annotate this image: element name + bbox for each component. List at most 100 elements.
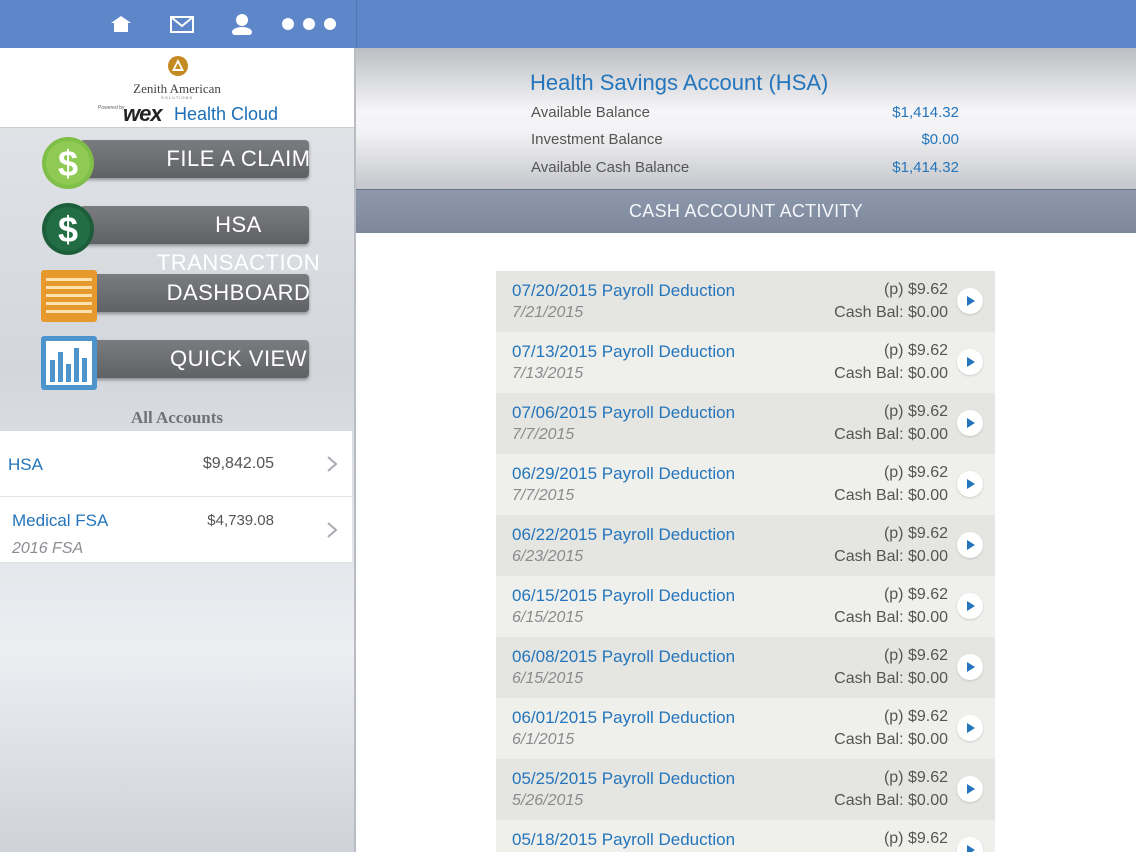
menu-bar: FILE A CLAIM <box>80 140 310 178</box>
transaction-row[interactable]: 05/18/2015 Payroll Deduction (p) $9.62 <box>496 820 995 852</box>
transaction-amount: (p) $9.62 <box>883 830 948 847</box>
account-name: Medical FSA <box>12 511 109 530</box>
transaction-amount: (p) $9.62 <box>883 708 948 725</box>
transaction-cash-balance: Cash Bal: $0.00 <box>834 670 948 687</box>
transaction-date: 7/13/2015 <box>512 365 584 382</box>
transaction-date: 6/23/2015 <box>512 548 584 565</box>
all-accounts-heading: All Accounts <box>130 408 224 427</box>
top-nav-bar <box>0 0 356 48</box>
transaction-amount: (p) $9.62 <box>883 647 948 664</box>
transaction-description: 06/22/2015 Payroll Deduction <box>512 525 736 544</box>
activity-list: 07/20/2015 Payroll Deduction 7/21/2015 (… <box>496 271 995 852</box>
transaction-amount: (p) $9.62 <box>883 769 948 786</box>
dashboard-icon <box>41 270 97 322</box>
brand-wex: wex <box>123 101 163 126</box>
balance-value: $1,414.32 <box>892 159 959 176</box>
transaction-date: 6/15/2015 <box>512 609 584 626</box>
transaction-row[interactable]: 06/01/2015 Payroll Deduction 6/1/2015 (p… <box>496 698 995 759</box>
transaction-date: 6/1/2015 <box>512 731 575 748</box>
transaction-row[interactable]: 06/15/2015 Payroll Deduction 6/15/2015 (… <box>496 576 995 637</box>
play-arrow-icon[interactable] <box>957 532 983 558</box>
top-bar-right <box>356 0 1136 48</box>
transaction-row[interactable]: 06/22/2015 Payroll Deduction 6/23/2015 (… <box>496 515 995 576</box>
chevron-right-icon <box>327 456 338 472</box>
play-arrow-icon[interactable] <box>957 654 983 680</box>
mail-icon[interactable] <box>169 12 195 36</box>
transaction-row[interactable]: 06/29/2015 Payroll Deduction 7/7/2015 (p… <box>496 454 995 515</box>
account-subtitle: 2016 FSA <box>12 540 84 557</box>
transaction-description: 06/29/2015 Payroll Deduction <box>512 464 736 483</box>
transaction-description: 06/01/2015 Payroll Deduction <box>512 708 736 727</box>
transaction-amount: (p) $9.62 <box>883 586 948 603</box>
dollar-icon: $ <box>42 203 94 255</box>
transaction-row[interactable]: 06/08/2015 Payroll Deduction 6/15/2015 (… <box>496 637 995 698</box>
brand-health-cloud: Health Cloud <box>174 104 279 124</box>
play-arrow-icon[interactable] <box>957 410 983 436</box>
transaction-row[interactable]: 07/13/2015 Payroll Deduction 7/13/2015 (… <box>496 332 995 393</box>
transaction-row[interactable]: 07/06/2015 Payroll Deduction 7/7/2015 (p… <box>496 393 995 454</box>
profile-icon[interactable] <box>230 12 254 36</box>
balance-label: Available Cash Balance <box>531 159 690 176</box>
transaction-date: 6/15/2015 <box>512 670 584 687</box>
balance-value: $0.00 <box>921 131 959 148</box>
accounts-list: HSA $9,842.05 Medical FSA 2016 FSA $4,73… <box>0 431 352 563</box>
play-arrow-icon[interactable] <box>957 349 983 375</box>
transaction-description: 05/25/2015 Payroll Deduction <box>512 769 736 788</box>
balance-label: Investment Balance <box>531 131 663 148</box>
menu-label: FILE A CLAIM <box>166 146 311 171</box>
page-title: Health Savings Account (HSA) <box>530 70 829 95</box>
account-name: HSA <box>8 455 43 474</box>
bar-chart-icon <box>41 336 97 390</box>
play-arrow-icon[interactable] <box>957 471 983 497</box>
logo-mark-icon <box>168 56 188 76</box>
menu-bar: DASHBOARD <box>80 274 310 312</box>
transaction-cash-balance: Cash Bal: $0.00 <box>834 731 948 748</box>
transaction-description: 06/08/2015 Payroll Deduction <box>512 647 736 666</box>
svg-text:$: $ <box>58 143 78 184</box>
brand-sub: SOLUTIONS <box>160 95 194 100</box>
cash-activity-heading: CASH ACCOUNT ACTIVITY <box>356 189 1136 233</box>
play-arrow-icon[interactable] <box>957 776 983 802</box>
hsa-transaction-button[interactable]: HSA TRANSACTION $ <box>40 202 320 275</box>
dashboard-button[interactable]: DASHBOARD <box>40 270 310 322</box>
transaction-cash-balance: Cash Bal: $0.00 <box>834 365 948 382</box>
transaction-amount: (p) $9.62 <box>883 281 948 298</box>
menu-bar: HSA TRANSACTION <box>80 206 320 275</box>
balance-label: Available Balance <box>531 104 650 121</box>
transaction-cash-balance: Cash Bal: $0.00 <box>834 548 948 565</box>
play-arrow-icon[interactable] <box>957 593 983 619</box>
transaction-description: 06/15/2015 Payroll Deduction <box>512 586 736 605</box>
transaction-amount: (p) $9.62 <box>883 464 948 481</box>
transaction-amount: (p) $9.62 <box>883 342 948 359</box>
hsa-summary-panel: Health Savings Account (HSA) Available B… <box>356 48 1136 189</box>
play-arrow-icon[interactable] <box>957 715 983 741</box>
brand-logo: Zenith American SOLUTIONS Powered by wex… <box>0 48 354 128</box>
dollar-icon: $ <box>42 137 94 189</box>
quick-view-button[interactable]: QUICK VIEW <box>40 336 310 390</box>
balance-value: $1,414.32 <box>892 104 959 121</box>
more-icon[interactable] <box>281 12 337 36</box>
sidebar: Zenith American SOLUTIONS Powered by wex… <box>0 48 356 852</box>
transaction-date: 7/21/2015 <box>512 304 584 321</box>
account-amount: $4,739.08 <box>207 512 274 529</box>
home-icon[interactable] <box>109 12 133 36</box>
transaction-date: 7/7/2015 <box>512 487 575 504</box>
transaction-cash-balance: Cash Bal: $0.00 <box>834 304 948 321</box>
play-arrow-icon[interactable] <box>957 837 983 852</box>
play-arrow-icon[interactable] <box>957 288 983 314</box>
transaction-row[interactable]: 05/25/2015 Payroll Deduction 5/26/2015 (… <box>496 759 995 820</box>
account-row-medical-fsa[interactable]: Medical FSA 2016 FSA $4,739.08 <box>0 497 352 563</box>
account-row-hsa[interactable]: HSA $9,842.05 <box>0 431 352 497</box>
transaction-description: 05/18/2015 Payroll Deduction <box>512 830 736 849</box>
transaction-description: 07/13/2015 Payroll Deduction <box>512 342 736 361</box>
menu-label: QUICK VIEW <box>169 346 307 371</box>
menu-label: HSA TRANSACTION <box>156 212 321 275</box>
transaction-row[interactable]: 07/20/2015 Payroll Deduction 7/21/2015 (… <box>496 271 995 332</box>
file-claim-button[interactable]: FILE A CLAIM $ <box>40 136 310 189</box>
transaction-date: 7/7/2015 <box>512 426 575 443</box>
transaction-amount: (p) $9.62 <box>883 525 948 542</box>
menu-bar: QUICK VIEW <box>80 340 309 378</box>
transaction-cash-balance: Cash Bal: $0.00 <box>834 609 948 626</box>
chevron-right-icon <box>327 522 338 538</box>
transaction-cash-balance: Cash Bal: $0.00 <box>834 792 948 809</box>
